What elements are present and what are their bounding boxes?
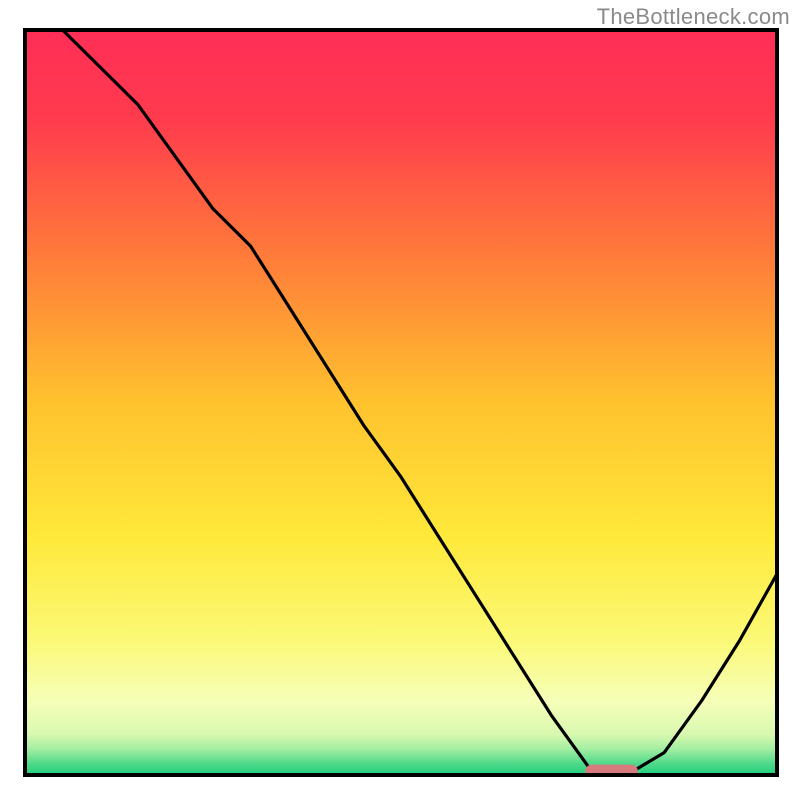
chart-canvas: TheBottleneck.com <box>0 0 800 800</box>
gradient-background <box>25 30 777 775</box>
attribution-text: TheBottleneck.com <box>597 4 790 30</box>
plot-area <box>25 30 777 778</box>
chart-svg <box>0 0 800 800</box>
